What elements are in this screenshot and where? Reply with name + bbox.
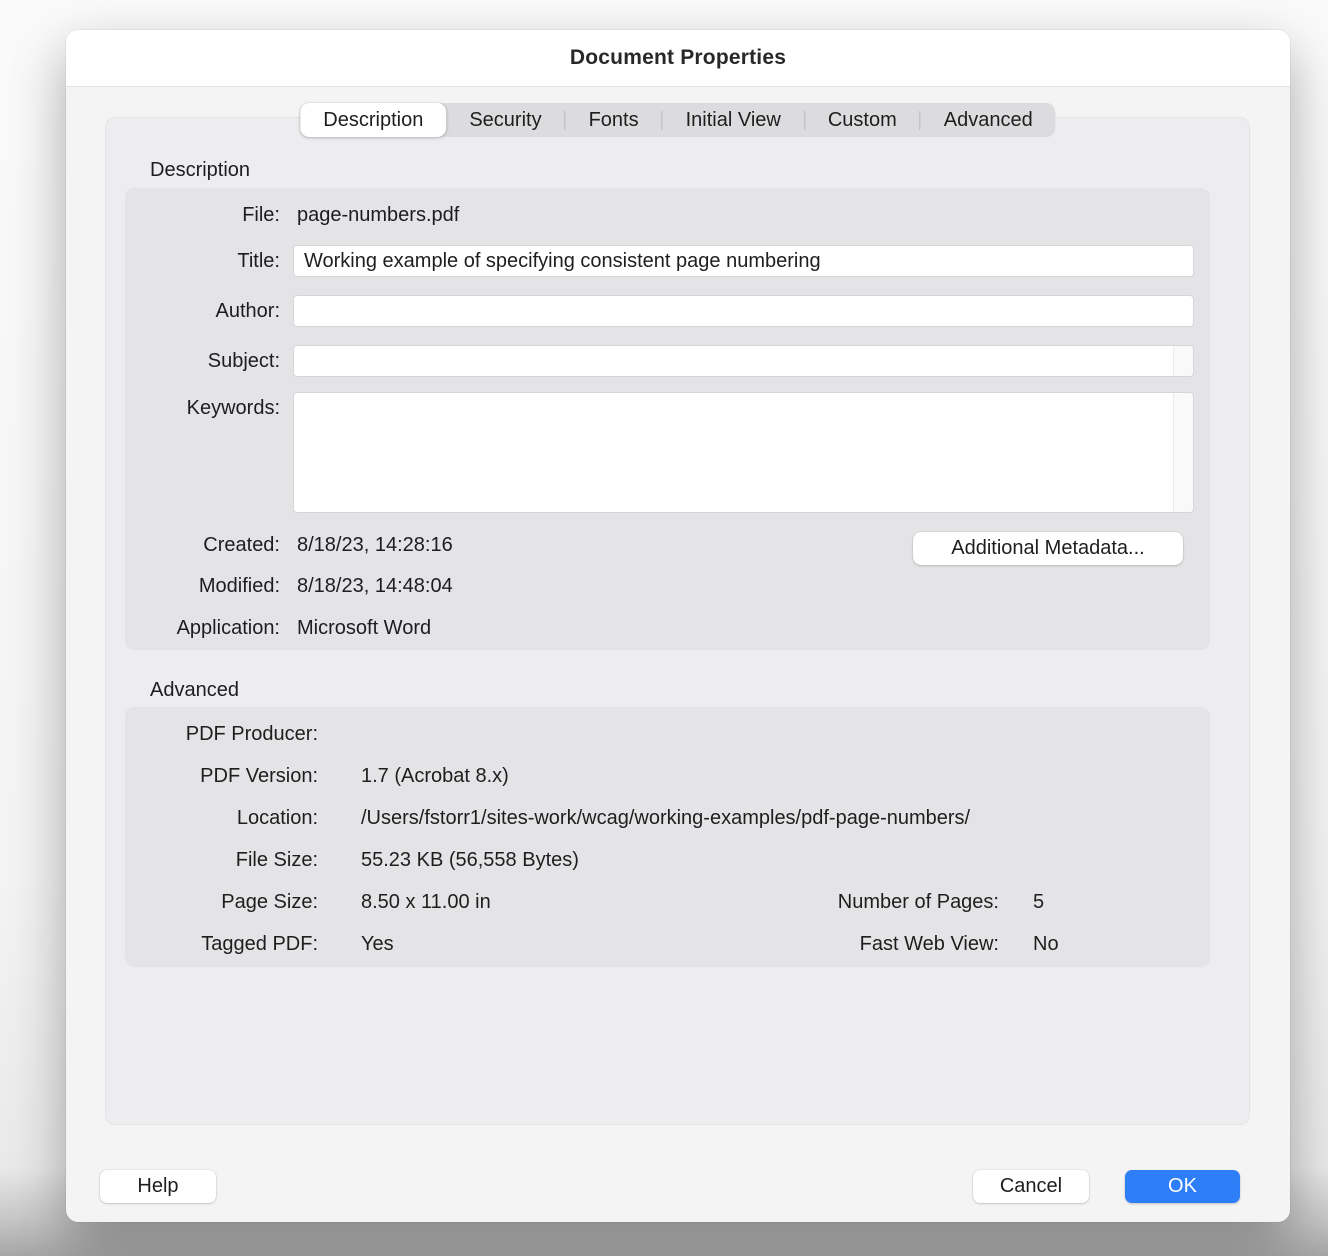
created-value: 8/18/23, 14:28:16 <box>297 533 453 557</box>
modified-label: Modified: <box>125 574 280 598</box>
page-size-label: Page Size: <box>125 890 318 914</box>
author-field-wrap <box>293 295 1194 327</box>
location-value: /Users/fstorr1/sites-work/wcag/working-e… <box>361 806 970 830</box>
subject-field-wrap <box>293 345 1194 377</box>
tab-custom-label: Custom <box>828 109 897 132</box>
keywords-label: Keywords: <box>125 396 280 420</box>
tagged-pdf-label: Tagged PDF: <box>125 932 318 956</box>
tab-security[interactable]: Security <box>446 103 564 137</box>
tagged-pdf-value: Yes <box>361 932 394 956</box>
tab-description[interactable]: Description <box>300 103 446 137</box>
tab-fonts[interactable]: Fonts <box>566 103 662 137</box>
tab-initial-view[interactable]: Initial View <box>663 103 804 137</box>
subject-label: Subject: <box>125 349 280 373</box>
tab-description-label: Description <box>323 109 423 132</box>
tab-advanced-label: Advanced <box>944 109 1033 132</box>
title-field-wrap <box>293 245 1194 277</box>
tab-security-label: Security <box>469 109 541 132</box>
advanced-section-heading: Advanced <box>150 678 239 702</box>
page-size-value: 8.50 x 11.00 in <box>361 890 491 914</box>
file-size-label: File Size: <box>125 848 318 872</box>
title-label: Title: <box>125 249 280 273</box>
keywords-scrollbar-track <box>1173 393 1193 512</box>
subject-scrollbar-track <box>1173 346 1193 376</box>
modified-value: 8/18/23, 14:48:04 <box>297 574 453 598</box>
dialog-title: Document Properties <box>570 46 786 70</box>
help-button[interactable]: Help <box>100 1170 216 1203</box>
cancel-button[interactable]: Cancel <box>973 1170 1089 1203</box>
author-input[interactable] <box>293 295 1194 327</box>
description-group: File: page-numbers.pdf Title: Author: Su… <box>125 188 1210 650</box>
keywords-field-wrap <box>293 392 1194 513</box>
title-input[interactable] <box>293 245 1194 277</box>
tab-initial-view-label: Initial View <box>686 109 781 132</box>
keywords-textarea[interactable] <box>293 392 1194 513</box>
description-section-heading: Description <box>150 158 250 182</box>
additional-metadata-button[interactable]: Additional Metadata... <box>913 532 1183 565</box>
author-label: Author: <box>125 299 280 323</box>
tab-fonts-label: Fonts <box>589 109 639 132</box>
file-size-value: 55.23 KB (56,558 Bytes) <box>361 848 579 872</box>
dialog-titlebar: Document Properties <box>66 30 1290 87</box>
location-label: Location: <box>125 806 318 830</box>
subject-input[interactable] <box>293 345 1194 377</box>
tab-bar: Description Security Fonts Initial View … <box>300 103 1055 137</box>
advanced-group: PDF Producer: PDF Version: 1.7 (Acrobat … <box>125 707 1210 967</box>
file-value: page-numbers.pdf <box>297 203 459 227</box>
application-label: Application: <box>125 616 280 640</box>
tab-advanced[interactable]: Advanced <box>921 103 1056 137</box>
application-value: Microsoft Word <box>297 616 431 640</box>
document-properties-dialog: Document Properties Description Security… <box>66 30 1290 1222</box>
ok-button[interactable]: OK <box>1125 1170 1240 1203</box>
pdf-producer-label: PDF Producer: <box>125 722 318 746</box>
fast-web-view-value: No <box>1033 932 1059 956</box>
created-label: Created: <box>125 533 280 557</box>
pdf-version-value: 1.7 (Acrobat 8.x) <box>361 764 509 788</box>
file-label: File: <box>125 203 280 227</box>
pdf-version-label: PDF Version: <box>125 764 318 788</box>
tab-custom[interactable]: Custom <box>805 103 920 137</box>
number-of-pages-value: 5 <box>1033 890 1044 914</box>
number-of-pages-label: Number of Pages: <box>685 890 999 914</box>
fast-web-view-label: Fast Web View: <box>685 932 999 956</box>
